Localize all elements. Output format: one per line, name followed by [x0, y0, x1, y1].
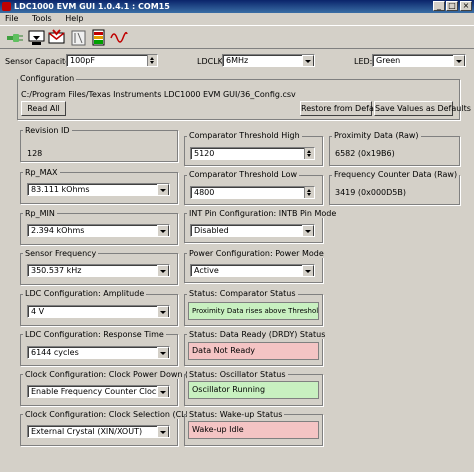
- download-icon[interactable]: [26, 27, 45, 46]
- battery-icon[interactable]: [88, 27, 107, 46]
- title-bar: LDC1000 EVM GUI 1.0.4.1 : COM15: [0, 0, 474, 13]
- maximize-button[interactable]: □: [446, 1, 458, 11]
- threshold-high-value: 5120: [194, 149, 215, 158]
- rp-max-label: Rp_MAX: [23, 168, 60, 177]
- oscillator-status-label: Status: Oscillator Status: [187, 370, 288, 379]
- sensor-capacitor-value: 100pF: [70, 56, 95, 65]
- ldclk-select[interactable]: 6MHz: [222, 54, 315, 67]
- revision-id-value: 128: [27, 149, 43, 158]
- rp-min-value: 2.394 kOhms: [31, 226, 85, 235]
- threshold-high-label: Comparator Threshold High: [187, 131, 302, 140]
- drdy-status-label: Status: Data Ready (DRDY) Status: [187, 330, 328, 339]
- comparator-status-indicator: Proximity Data rises above Threshold Hig…: [188, 302, 319, 320]
- intb-pin-select[interactable]: Disabled: [190, 224, 315, 237]
- chevron-down-icon[interactable]: [302, 265, 314, 276]
- read-all-button[interactable]: Read All: [21, 101, 66, 116]
- clock-selection-select[interactable]: External Crystal (XIN/XOUT): [27, 425, 170, 438]
- chevron-down-icon[interactable]: [157, 306, 169, 317]
- ldclk-value: 6MHz: [226, 56, 249, 65]
- sensor-frequency-select[interactable]: 350.537 kHz: [27, 264, 170, 277]
- rp-min-select[interactable]: 2.394 kOhms: [27, 224, 170, 237]
- configuration-group-label: Configuration: [18, 74, 77, 83]
- save-defaults-button[interactable]: Save Values as Defaults: [374, 101, 471, 116]
- clock-selection-value: External Crystal (XIN/XOUT): [31, 427, 143, 436]
- led-label: LED:: [354, 57, 373, 66]
- amplitude-select[interactable]: 4 V: [27, 305, 170, 318]
- chevron-down-icon[interactable]: [157, 426, 169, 437]
- threshold-low-input[interactable]: 4800: [190, 186, 315, 199]
- sensor-frequency-label: Sensor Frequency: [23, 249, 99, 258]
- response-time-label: LDC Configuration: Response Time: [23, 330, 166, 339]
- sensor-capacitor-input[interactable]: 100pF: [66, 54, 158, 67]
- menu-file[interactable]: File: [5, 14, 18, 23]
- restore-defaults-button[interactable]: Restore from Defaults: [300, 101, 388, 116]
- spin-buttons[interactable]: [304, 148, 314, 159]
- chevron-down-icon[interactable]: [453, 55, 465, 66]
- chevron-down-icon[interactable]: [302, 55, 314, 66]
- chevron-down-icon[interactable]: [157, 265, 169, 276]
- amplitude-value: 4 V: [31, 307, 45, 316]
- chevron-down-icon[interactable]: [157, 184, 169, 195]
- chevron-down-icon[interactable]: [302, 225, 314, 236]
- comparator-status-label: Status: Comparator Status: [187, 289, 298, 298]
- amplitude-label: LDC Configuration: Amplitude: [23, 289, 147, 298]
- revision-id-label: Revision ID: [23, 126, 72, 135]
- intb-pin-label: INT Pin Configuration: INTB Pin Mode: [187, 209, 339, 218]
- proximity-data-value: 6582 (0x19B6): [335, 149, 395, 158]
- clock-power-down-value: Enable Frequency Counter Clock: [31, 387, 161, 396]
- chevron-down-icon[interactable]: [157, 347, 169, 358]
- threshold-low-label: Comparator Threshold Low: [187, 170, 300, 179]
- spin-buttons[interactable]: [147, 55, 157, 66]
- drdy-status-indicator: Data Not Ready: [188, 342, 319, 360]
- power-mode-select[interactable]: Active: [190, 264, 315, 277]
- menu-bar: File Tools Help: [0, 13, 474, 25]
- rp-max-select[interactable]: 83.111 kOhms: [27, 183, 170, 196]
- oscillator-status-indicator: Oscillator Running: [188, 381, 319, 399]
- led-value: Green: [376, 56, 401, 65]
- clock-power-down-select[interactable]: Enable Frequency Counter Clock: [27, 385, 170, 398]
- chevron-down-icon[interactable]: [157, 225, 169, 236]
- threshold-low-value: 4800: [194, 188, 215, 197]
- rp-min-label: Rp_MIN: [23, 209, 57, 218]
- minimize-button[interactable]: _: [433, 1, 445, 11]
- config-file-path: C:/Program Files/Texas Instruments LDC10…: [21, 90, 296, 99]
- wakeup-status-indicator: Wake-up Idle: [188, 421, 319, 439]
- response-time-select[interactable]: 6144 cycles: [27, 346, 170, 359]
- power-mode-value: Active: [194, 266, 219, 275]
- response-time-value: 6144 cycles: [31, 348, 79, 357]
- chevron-down-icon[interactable]: [157, 386, 169, 397]
- frequency-counter-label: Frequency Counter Data (Raw): [332, 170, 460, 179]
- close-button[interactable]: ×: [460, 1, 472, 11]
- mail-icon[interactable]: [46, 27, 65, 46]
- wakeup-status-label: Status: Wake-up Status: [187, 410, 285, 419]
- menu-help[interactable]: Help: [65, 14, 83, 23]
- led-select[interactable]: Green: [372, 54, 466, 67]
- connect-icon[interactable]: [4, 27, 23, 46]
- menu-tools[interactable]: Tools: [32, 14, 52, 23]
- chart-icon[interactable]: [68, 27, 87, 46]
- power-mode-label: Power Configuration: Power Mode: [187, 249, 326, 258]
- threshold-high-input[interactable]: 5120: [190, 147, 315, 160]
- window-title: LDC1000 EVM GUI 1.0.4.1 : COM15: [14, 2, 170, 11]
- frequency-counter-value: 3419 (0x000D5B): [335, 188, 406, 197]
- toolbar: [0, 25, 474, 49]
- app-icon: [2, 2, 11, 11]
- spin-buttons[interactable]: [304, 187, 314, 198]
- sensor-frequency-value: 350.537 kHz: [31, 266, 82, 275]
- proximity-data-label: Proximity Data (Raw): [332, 131, 421, 140]
- intb-pin-value: Disabled: [194, 226, 229, 235]
- waveform-icon[interactable]: [108, 27, 128, 46]
- rp-max-value: 83.111 kOhms: [31, 185, 90, 194]
